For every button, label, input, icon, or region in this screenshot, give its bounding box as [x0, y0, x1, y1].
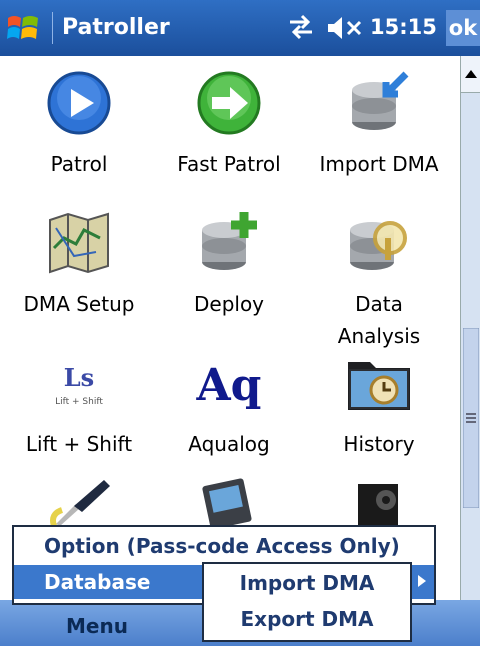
play-icon: [47, 71, 111, 135]
device-icon[interactable]: [196, 476, 266, 526]
connectivity-icon[interactable]: [286, 12, 316, 42]
chevron-right-icon: [418, 575, 426, 587]
lift-shift-mark: Ls: [64, 363, 94, 392]
database-submenu: Import DMA Export DMA: [202, 562, 412, 642]
settings-pen-icon[interactable]: [46, 476, 116, 526]
aqualog-logo-icon: Aq: [196, 360, 262, 411]
grid-item-data-analysis[interactable]: Data Analysis: [304, 196, 454, 348]
menu-item-database-label: Database: [44, 570, 151, 594]
database-import-icon: [352, 71, 409, 130]
menu-item-export-dma[interactable]: Export DMA: [204, 602, 410, 636]
grid-item-history[interactable]: History: [304, 336, 454, 486]
aqualog-mark: Aq: [196, 360, 262, 411]
grid-item-label: Aqualog: [188, 432, 270, 456]
grid-item-fast-patrol[interactable]: Fast Patrol: [154, 56, 304, 206]
grid-item-label: Import DMA: [319, 152, 439, 176]
database-search-icon: [350, 221, 407, 270]
speaker-muted-icon[interactable]: [326, 14, 364, 42]
grid-item-label: DMA Setup: [23, 292, 135, 316]
fast-forward-icon: [197, 71, 261, 135]
clock[interactable]: 15:15: [370, 15, 437, 39]
history-folder-icon: [348, 362, 410, 410]
scroll-thumb[interactable]: [462, 327, 480, 509]
lift-shift-logo-icon: Ls Lift + Shift: [55, 363, 103, 407]
map-icon: [49, 212, 109, 274]
arrow-up-icon: [465, 70, 477, 78]
grid-item-patrol[interactable]: Patrol: [4, 56, 154, 206]
grid-item-lift-shift[interactable]: Ls Lift + Shift Lift + Shift: [4, 336, 154, 486]
grid-item-dma-setup[interactable]: DMA Setup: [4, 196, 154, 346]
app-title: Patroller: [62, 15, 170, 40]
grip-icon: [462, 327, 480, 509]
grid-item-label: Patrol: [50, 152, 108, 176]
grid-item-label: History: [343, 432, 415, 456]
menu-item-option[interactable]: Option (Pass-code Access Only): [14, 529, 434, 563]
lift-shift-small-text: Lift + Shift: [55, 397, 103, 407]
scroll-up-button[interactable]: [461, 56, 480, 93]
grid-item-label: Lift + Shift: [25, 432, 133, 456]
title-separator: [52, 12, 53, 44]
grid-item-import-dma[interactable]: Import DMA: [304, 56, 454, 206]
tools-gear-icon[interactable]: [346, 476, 416, 526]
windows-start-icon[interactable]: [6, 12, 40, 44]
grid-item-label: Deploy: [193, 292, 265, 316]
database-add-icon: [202, 212, 257, 270]
grid-item-deploy[interactable]: Deploy: [154, 196, 304, 346]
grid-item-label: Fast Patrol: [177, 152, 281, 176]
grid-item-aqualog[interactable]: Aq Aqualog: [154, 336, 304, 486]
menu-button[interactable]: Menu: [66, 614, 128, 638]
title-bar: Patroller 15:15 ok: [0, 0, 480, 56]
menu-item-import-dma[interactable]: Import DMA: [204, 566, 410, 600]
vertical-scrollbar[interactable]: [460, 56, 480, 616]
ok-button[interactable]: ok: [446, 10, 480, 46]
